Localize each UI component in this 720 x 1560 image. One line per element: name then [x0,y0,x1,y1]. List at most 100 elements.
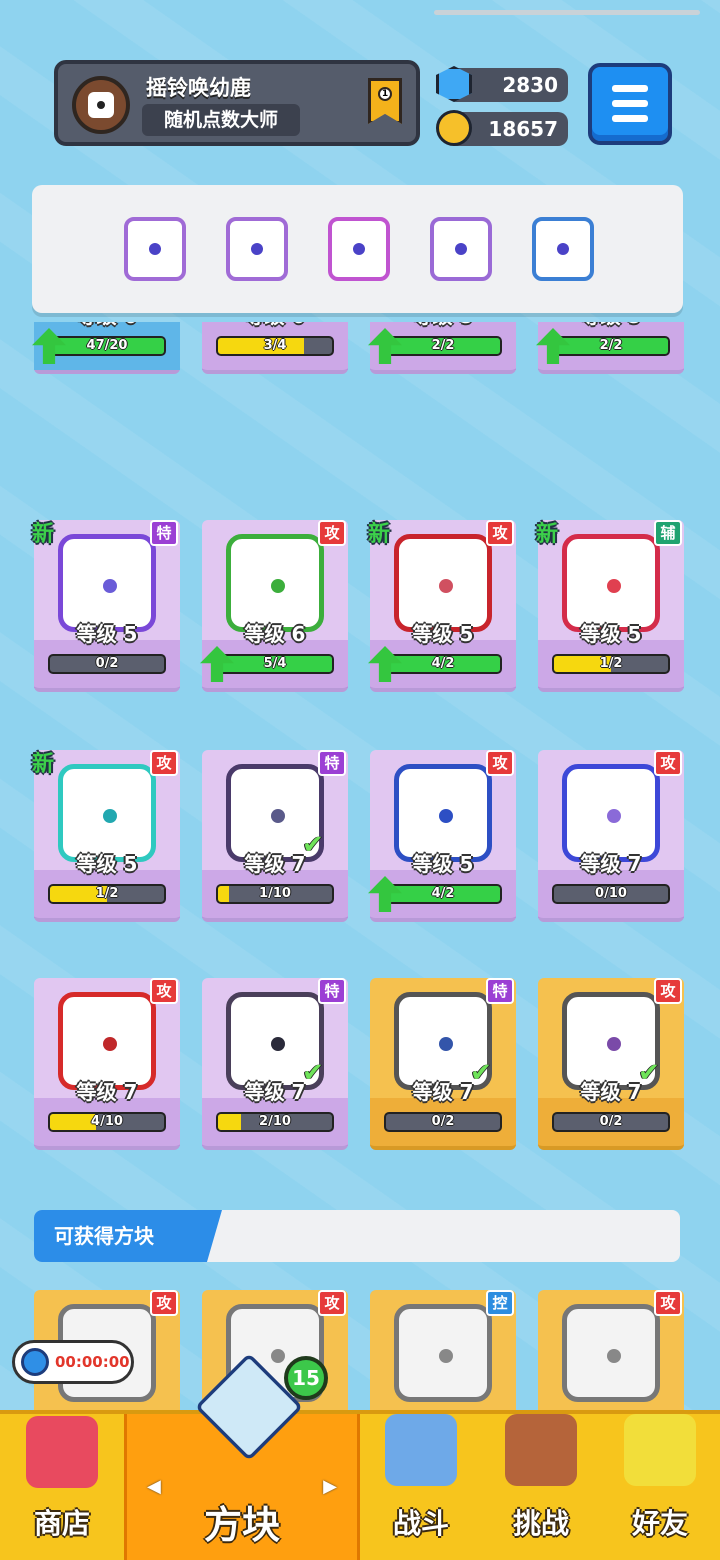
dice-pip [271,1037,285,1051]
battle-icon [385,1414,457,1486]
hands-dice-icon [557,243,569,255]
gem-amount: 2830 [502,73,558,97]
type-tag: 辅 [654,520,682,546]
dice-card[interactable]: 等级 5 2/2 [368,322,516,374]
menu-button[interactable] [588,63,672,145]
equipped-check-icon: ✔ [302,830,324,860]
dice-pip [439,1037,453,1051]
player-profile-panel[interactable]: 摇铃唤幼鹿 随机点数大师 1 [54,60,420,146]
dice-level: 等级 7 [412,1080,474,1104]
type-tag: 攻 [486,520,514,546]
obtainable-label: 可获得方块 [34,1210,222,1262]
dice-collection-grid[interactable]: 等级 647/20等级 63/4等级 52/2等级 52/2特新等级 50/2攻… [0,322,720,1192]
gem-counter[interactable]: 2830 [436,66,568,102]
progress-text: 1/10 [259,886,291,901]
dice-card[interactable]: 等级 5 2/2 [536,322,684,374]
dice-card[interactable]: ✔ 特等级 7 1/10 [202,750,348,922]
nav-battle-label: 战斗 [392,1507,449,1540]
dice-card[interactable]: ✔ 攻等级 7 0/2 [538,978,684,1150]
type-tag: 攻 [654,978,682,1004]
type-tag: 攻 [150,978,178,1004]
dice-level: 等级 6 [34,322,180,329]
type-tag: 特 [318,978,346,1004]
dice-card[interactable]: 等级 6 3/4 [202,322,348,374]
timer: 00:00:00 [12,1340,134,1384]
dice-pip [607,579,621,593]
type-tag: 攻 [150,1290,178,1316]
dice-card[interactable]: 等级 6 47/20 [32,322,180,374]
challenge-icon [505,1414,577,1486]
deck-slot-4[interactable] [430,217,492,281]
dice-level: 等级 5 [412,622,474,646]
progress-bar: 0/2 [384,1112,502,1132]
progress-text: 0/10 [595,886,627,901]
deck-slot-3[interactable] [328,217,390,281]
dice-card[interactable]: 攻 新等级 5 1/2 [32,750,180,922]
dice-card[interactable]: 攻等级 6 5/4 [200,520,348,692]
progress-text: 1/2 [95,886,119,901]
deck-slot-2[interactable] [226,217,288,281]
progress-text: 4/2 [431,886,455,901]
dice-card[interactable]: 攻等级 7 4/10 [34,978,180,1150]
dice-pip [439,809,453,823]
stopwatch-icon [21,1348,49,1376]
type-tag: 攻 [318,1290,346,1316]
nav-friends-label: 好友 [631,1507,688,1540]
dice-level: 等级 6 [244,622,306,646]
top-divider [434,10,700,15]
nav-friends[interactable]: 好友 [600,1414,720,1560]
nav-shop-label: 商店 [33,1507,90,1540]
progress-bar: 1/2 [552,654,670,674]
nav-challenge-label: 挑战 [512,1507,569,1540]
progress-text: 0/2 [599,1114,623,1129]
dice-card[interactable]: ✔ 特等级 7 0/2 [370,978,516,1150]
dice-card[interactable]: 辅 新等级 5 1/2 [536,520,684,692]
dice-level: 等级 7 [580,1080,642,1104]
dice-pip [271,809,285,823]
player-name: 摇铃唤幼鹿 [146,76,251,100]
type-tag: 攻 [654,1290,682,1316]
progress-bar: 1/10 [216,884,334,904]
progress-text: 4/2 [431,656,455,671]
dice-card[interactable]: 攻等级 5 4/2 [368,750,516,922]
progress-text: 2/10 [259,1114,291,1129]
progress-text: 3/4 [263,338,287,353]
locked-dice-icon [562,1304,660,1402]
nav-battle[interactable]: 战斗 [360,1414,482,1560]
progress-bar: 47/20 [48,336,166,356]
dice-count-badge: 15 [284,1356,328,1400]
nav-challenge[interactable]: 挑战 [482,1414,600,1560]
obtainable-dice-card[interactable]: 攻 [538,1290,684,1420]
player-title: 随机点数大师 [142,104,300,136]
obtainable-header: 可获得方块 [34,1210,680,1262]
rank-medal-icon: 1 [368,78,402,124]
progress-text: 4/10 [91,1114,123,1129]
new-tag: 新 [368,522,391,547]
new-tag: 新 [32,752,55,777]
progress-text: 2/2 [599,338,623,353]
progress-bar: 4/2 [384,884,502,904]
progress-bar: 0/2 [552,1112,670,1132]
progress-bar: 2/10 [216,1112,334,1132]
dice-card[interactable]: 攻等级 7 0/10 [538,750,684,922]
coin-counter[interactable]: 18657 [436,110,568,146]
deck-slot-1[interactable] [124,217,186,281]
progress-bar: 0/10 [552,884,670,904]
hamburger-icon [612,85,648,92]
progress-bar: 3/4 [216,336,334,356]
dice-pip [103,579,117,593]
obtainable-dice-card[interactable]: 控 [370,1290,516,1420]
avatar [72,76,130,134]
dice-pip [271,1349,285,1363]
coin-amount: 18657 [488,117,558,141]
nav-shop[interactable]: 商店 [0,1414,124,1560]
dice-level: 等级 6 [202,322,348,329]
type-tag: 控 [486,1290,514,1316]
dice-avatar-icon [88,92,114,118]
dice-level: 等级 5 [412,852,474,876]
deck-slot-5[interactable] [532,217,594,281]
dice-card[interactable]: 特 新等级 5 0/2 [32,520,180,692]
dice-card[interactable]: ✔ 特等级 7 2/10 [202,978,348,1150]
dice-card[interactable]: 攻 新等级 5 4/2 [368,520,516,692]
dice-level: 等级 7 [244,1080,306,1104]
